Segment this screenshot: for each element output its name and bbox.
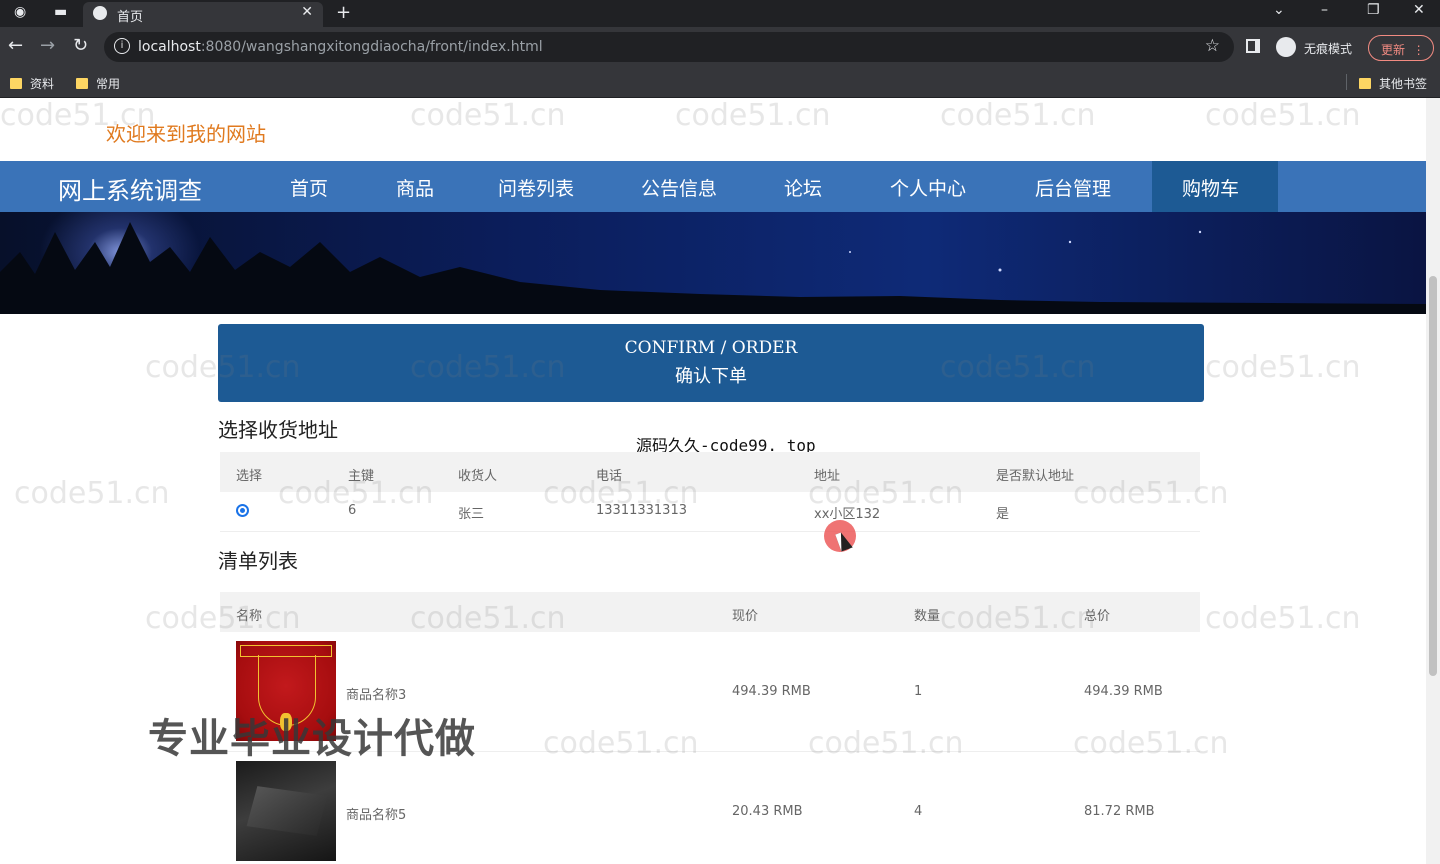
reload-icon[interactable]: ↻ [73, 36, 88, 56]
scrollbar-thumb[interactable] [1429, 276, 1437, 676]
browser-tab[interactable]: 首页 ✕ [83, 2, 323, 27]
watermark: code51.cn [1205, 98, 1361, 133]
restore-icon[interactable]: ❐ [1367, 2, 1380, 18]
col-address: 地址 [814, 469, 841, 484]
nav-cart[interactable]: 购物车 [1182, 174, 1239, 201]
watermark: code51.cn [675, 98, 831, 133]
incognito-label: 无痕模式 [1304, 42, 1353, 56]
bookmark-star-icon[interactable]: ☆ [1205, 36, 1220, 56]
nav-profile[interactable]: 个人中心 [890, 174, 966, 201]
new-tab-icon[interactable]: + [336, 2, 351, 23]
item-qty: 1 [914, 684, 923, 699]
window-close-icon[interactable]: ✕ [1413, 2, 1425, 18]
watermark: code51.cn [1205, 350, 1361, 385]
address-table-header: 选择 主键 收货人 电话 地址 是否默认地址 [220, 452, 1200, 492]
confirm-title-en: CONFIRM / ORDER [624, 338, 798, 358]
watermark: code51.cn [1205, 601, 1361, 636]
minimize-icon[interactable]: – [1321, 2, 1328, 18]
address-radio[interactable] [236, 504, 249, 517]
col-phone: 电话 [596, 469, 623, 484]
side-panel-icon[interactable] [1246, 39, 1260, 53]
page-scrollbar[interactable] [1426, 98, 1440, 864]
page-viewport: 欢迎来到我的网站 网上系统调查 首页 商品 问卷列表 公告信息 论坛 个人中心 … [0, 98, 1426, 864]
tab-close-icon[interactable]: ✕ [301, 4, 313, 20]
folder-icon [76, 78, 88, 89]
item-total: 81.72 RMB [1084, 804, 1155, 819]
watermark: code51.cn [940, 98, 1096, 133]
address-bar[interactable]: i localhost:8080/wangshangxitongdiaocha/… [104, 32, 1234, 62]
col-default: 是否默认地址 [996, 469, 1075, 484]
address-table: 选择 主键 收货人 电话 地址 是否默认地址 6 张三 13311331313 … [220, 452, 1200, 532]
tab-favicon-icon [93, 6, 107, 20]
main-navbar: 网上系统调查 首页 商品 问卷列表 公告信息 论坛 个人中心 后台管理 购物车 [0, 161, 1426, 212]
item-price: 494.39 RMB [732, 684, 811, 699]
confirm-order-header: CONFIRM / ORDER 确认下单 [218, 324, 1204, 402]
nav-surveys[interactable]: 问卷列表 [498, 174, 574, 201]
address-id: 6 [348, 503, 357, 518]
tab-title: 首页 [117, 10, 144, 25]
items-table-header: 名称 现价 数量 总价 [220, 592, 1200, 632]
col-total: 总价 [1084, 609, 1111, 624]
item-name: 商品名称5 [346, 808, 407, 823]
col-select: 选择 [236, 469, 263, 484]
col-qty: 数量 [914, 609, 941, 624]
bookmarks-divider [1346, 74, 1347, 90]
nav-announcements[interactable]: 公告信息 [641, 174, 717, 201]
items-section-title: 清单列表 [218, 549, 298, 573]
address-section-title: 选择收货地址 [218, 418, 338, 442]
url-text[interactable]: localhost:8080/wangshangxitongdiaocha/fr… [138, 39, 543, 55]
nav-home[interactable]: 首页 [290, 174, 328, 201]
other-bookmarks[interactable]: 其他书签 [1359, 75, 1427, 92]
folder-icon [10, 78, 22, 89]
nav-admin[interactable]: 后台管理 [1035, 174, 1111, 201]
address-phone: 13311331313 [596, 503, 687, 518]
address-recipient: 张三 [458, 507, 485, 522]
bookmark-folder-1[interactable]: 资料 [10, 75, 54, 92]
browser-menu-icon[interactable]: ◉ [14, 4, 26, 20]
watermark: code51.cn [14, 476, 170, 511]
row-divider [220, 531, 1200, 532]
bookmark-folder-2[interactable]: 常用 [76, 75, 120, 92]
col-name: 名称 [236, 609, 263, 624]
back-icon[interactable]: ← [8, 36, 23, 56]
incognito-icon [1276, 37, 1296, 57]
col-recipient: 收货人 [458, 469, 498, 484]
item-total: 494.39 RMB [1084, 684, 1163, 699]
item-name: 商品名称3 [346, 688, 407, 703]
nav-forum[interactable]: 论坛 [784, 174, 822, 201]
promo-overlay-text: 专业毕业设计代做 [148, 716, 476, 762]
folder-icon [1359, 78, 1371, 89]
col-id: 主键 [348, 469, 375, 484]
col-price: 现价 [732, 609, 759, 624]
address-text: xx小区132 [814, 507, 881, 522]
browser-tabstrip: ◉ ▬ 首页 ✕ + ⌄ – ❐ ✕ [0, 0, 1440, 27]
item-price: 20.43 RMB [732, 804, 803, 819]
browser-toolbar: ← → ↻ i localhost:8080/wangshangxitongdi… [0, 27, 1440, 67]
product-image-laptop[interactable] [236, 761, 336, 861]
product-label-band [240, 645, 332, 657]
forward-icon[interactable]: → [40, 36, 55, 56]
confirm-title-zh: 确认下单 [675, 366, 747, 387]
address-default: 是 [996, 507, 1010, 522]
site-info-icon[interactable]: i [114, 38, 130, 54]
welcome-text: 欢迎来到我的网站 [106, 122, 266, 146]
tab-search-icon[interactable]: ▬ [54, 4, 67, 20]
update-button[interactable]: 更新 ⋮ [1368, 35, 1434, 61]
item-qty: 4 [914, 804, 923, 819]
site-brand[interactable]: 网上系统调查 [58, 171, 202, 206]
hero-banner [0, 212, 1426, 314]
watermark: code51.cn [410, 98, 566, 133]
tree-silhouette [0, 222, 1426, 314]
tab-list-icon[interactable]: ⌄ [1273, 2, 1285, 18]
nav-products[interactable]: 商品 [396, 174, 434, 201]
bookmarks-bar: 资料 常用 其他书签 [0, 67, 1440, 98]
